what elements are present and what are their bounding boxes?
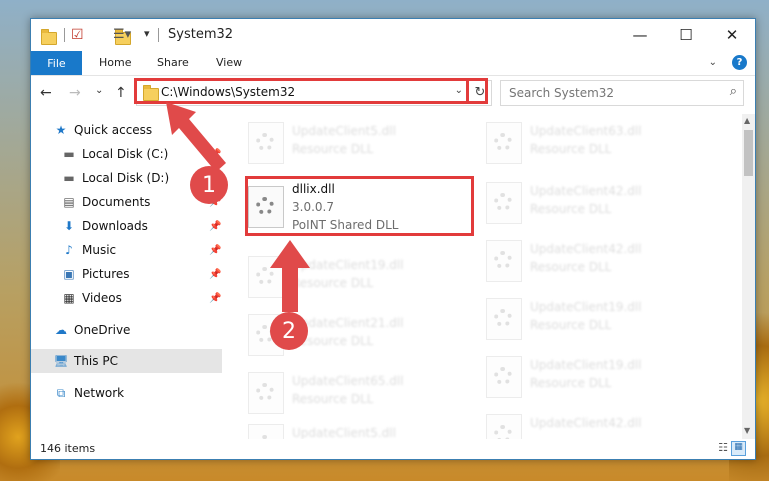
annotation-arrow-1: [166, 102, 226, 172]
annotation-arrows: [166, 102, 310, 312]
step-2-badge: 2: [270, 312, 308, 350]
annotation-arrow-2: [270, 240, 310, 312]
step-1-badge: 1: [190, 166, 228, 204]
